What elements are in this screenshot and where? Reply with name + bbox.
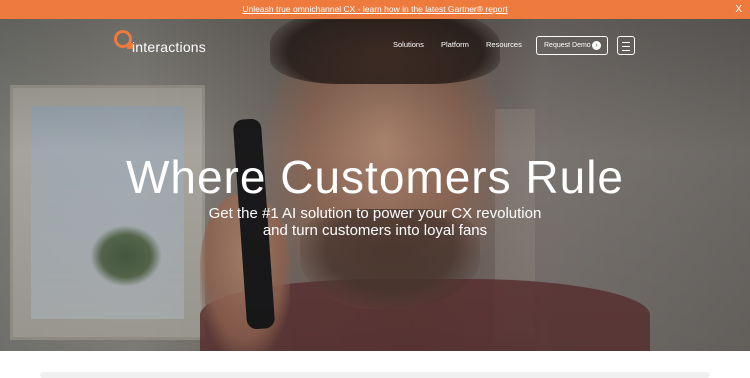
request-demo-label: Request Demo: [544, 42, 591, 49]
arrow-right-icon: ›: [592, 41, 601, 50]
logo-mark-icon: [114, 30, 133, 49]
nav-item-platform[interactable]: Platform: [441, 40, 469, 49]
hero-subheadline: Get the #1 AI solution to power your CX …: [208, 205, 542, 239]
announcement-bar: Unleash true omnichannel CX - learn how …: [0, 0, 750, 19]
request-demo-button[interactable]: Request Demo ›: [536, 36, 608, 55]
nav-item-solutions[interactable]: Solutions: [393, 40, 424, 49]
content-section-edge: [40, 372, 710, 378]
brand-name: interactions: [132, 39, 206, 55]
nav-item-resources[interactable]: Resources: [486, 40, 522, 49]
hamburger-menu-icon: [622, 42, 630, 43]
hamburger-menu-button[interactable]: [617, 36, 635, 55]
close-icon[interactable]: X: [735, 0, 742, 19]
hero-headline: Where Customers Rule: [125, 151, 625, 203]
announcement-link[interactable]: Unleash true omnichannel CX - learn how …: [242, 4, 507, 14]
